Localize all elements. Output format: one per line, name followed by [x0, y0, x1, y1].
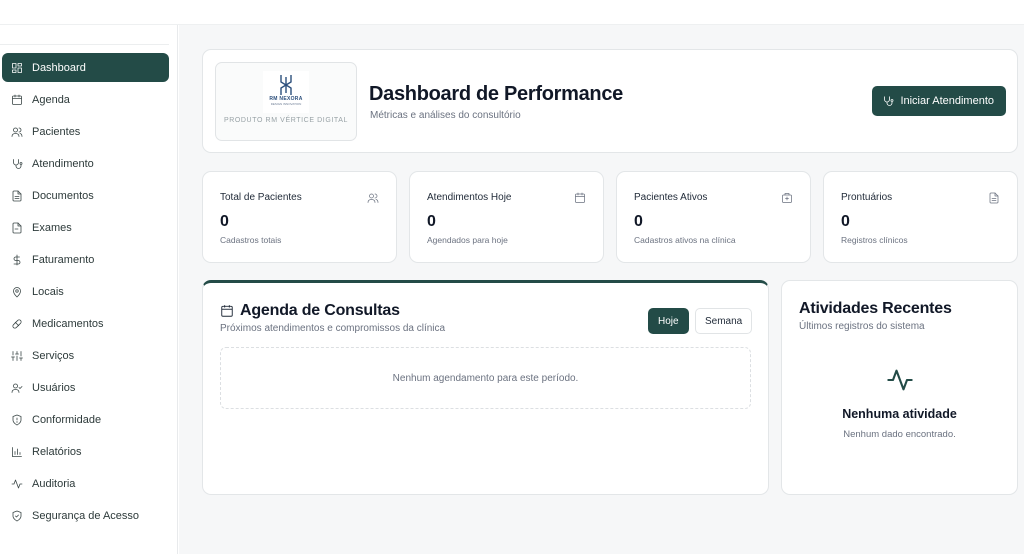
recent-activity-card: Atividades Recentes Últimos registros do… — [781, 280, 1018, 495]
sidebar-item-servicos[interactable]: Serviços — [2, 341, 169, 370]
sidebar-item-label: Pacientes — [32, 125, 81, 138]
bar-chart-icon — [11, 446, 23, 458]
product-logo-box: RM NEXORA DESIGN INNOVATION PRODUTO RM V… — [215, 62, 357, 141]
sidebar-item-documentos[interactable]: Documentos — [2, 181, 169, 210]
shield-check-icon — [11, 510, 23, 522]
dollar-icon — [11, 254, 23, 266]
main-content: RM NEXORA DESIGN INNOVATION PRODUTO RM V… — [179, 25, 1024, 554]
sidebar-item-seguranca-de-acesso[interactable]: Segurança de Acesso — [2, 501, 169, 530]
sidebar-item-label: Dashboard — [32, 61, 86, 74]
stat-sub: Agendados para hoje — [427, 235, 508, 245]
pill-icon — [11, 318, 23, 330]
sidebar-item-relatorios[interactable]: Relatórios — [2, 437, 169, 466]
top-bar — [0, 0, 1024, 25]
stethoscope-icon — [884, 96, 894, 106]
stat-sub: Cadastros totais — [220, 235, 282, 245]
agenda-subtitle: Próximos atendimentos e compromissos da … — [220, 323, 446, 334]
sidebar-item-usuarios[interactable]: Usuários — [2, 373, 169, 402]
sidebar-item-label: Exames — [32, 221, 72, 234]
sidebar-item-label: Auditoria — [32, 477, 76, 490]
activity-empty-subtitle: Nenhum dado encontrado. — [843, 429, 956, 440]
stat-label: Total de Pacientes — [220, 192, 302, 203]
sidebar-item-label: Segurança de Acesso — [32, 509, 140, 522]
sidebar-item-label: Locais — [32, 285, 64, 298]
file-text-icon — [988, 191, 1000, 204]
stat-card-total-pacientes: Total de Pacientes 0 Cadastros totais — [202, 171, 397, 263]
activity-empty-title: Nenhuma atividade — [842, 407, 957, 421]
stat-label: Pacientes Ativos — [634, 192, 708, 203]
activity-title: Atividades Recentes — [799, 300, 952, 317]
sidebar-item-label: Usuários — [32, 381, 76, 394]
stat-sub: Registros clínicos — [841, 235, 908, 245]
activity-icon — [11, 478, 23, 490]
sidebar-item-locais[interactable]: Locais — [2, 277, 169, 306]
hospital-icon — [781, 191, 793, 203]
agenda-title-row: Agenda de Consultas — [220, 302, 400, 320]
sliders-icon — [11, 350, 23, 362]
sidebar-item-label: Atendimento — [32, 157, 94, 170]
sidebar-nav: Dashboard Agenda Pacientes Atendimento D… — [0, 53, 178, 533]
stat-card-prontuarios: Prontuários 0 Registros clínicos — [823, 171, 1018, 263]
shield-icon — [11, 414, 23, 426]
sidebar: Dashboard Agenda Pacientes Atendimento D… — [0, 25, 178, 554]
sidebar-item-label: Documentos — [32, 189, 94, 202]
sidebar-item-dashboard[interactable]: Dashboard — [2, 53, 169, 82]
map-pin-icon — [11, 286, 23, 298]
sidebar-item-faturamento[interactable]: Faturamento — [2, 245, 169, 274]
agenda-card: Agenda de Consultas Próximos atendimento… — [202, 280, 769, 495]
file-text-icon — [11, 222, 23, 234]
brand-mark-icon — [280, 75, 292, 95]
users-icon — [11, 126, 23, 138]
brand-logo: RM NEXORA DESIGN INNOVATION — [263, 71, 309, 113]
sidebar-item-label: Conformidade — [32, 413, 102, 426]
sidebar-item-exames[interactable]: Exames — [2, 213, 169, 242]
stat-sub: Cadastros ativos na clínica — [634, 235, 736, 245]
stat-value: 0 — [427, 213, 436, 230]
sidebar-item-medicamentos[interactable]: Medicamentos — [2, 309, 169, 338]
stat-value: 0 — [841, 213, 850, 230]
calendar-icon — [574, 191, 586, 203]
filter-today-button[interactable]: Hoje — [648, 308, 689, 334]
stat-label: Prontuários — [841, 192, 893, 203]
calendar-icon — [221, 305, 233, 317]
users-icon — [367, 191, 379, 203]
sidebar-item-atendimento[interactable]: Atendimento — [2, 149, 169, 178]
stat-card-pacientes-ativos: Pacientes Ativos 0 Cadastros ativos na c… — [616, 171, 811, 263]
document-icon — [11, 190, 23, 202]
start-attendance-button[interactable]: Iniciar Atendimento — [872, 86, 1006, 116]
filter-week-button[interactable]: Semana — [695, 308, 753, 334]
sidebar-item-auditoria[interactable]: Auditoria — [2, 469, 169, 498]
sidebar-item-label: Relatórios — [32, 445, 82, 458]
page-subtitle: Métricas e análises do consultório — [370, 110, 521, 121]
sidebar-top-divider — [0, 25, 169, 45]
sidebar-item-pacientes[interactable]: Pacientes — [2, 117, 169, 146]
agenda-empty-state: Nenhum agendamento para este período. — [220, 347, 751, 409]
stat-value: 0 — [220, 213, 229, 230]
sidebar-item-label: Medicamentos — [32, 317, 104, 330]
dashboard-grid-icon — [11, 62, 23, 74]
sidebar-item-agenda[interactable]: Agenda — [2, 85, 169, 114]
brand-tagline: DESIGN INNOVATION — [270, 102, 302, 106]
logo-caption: PRODUTO RM VÉRTICE DIGITAL — [223, 117, 349, 124]
activity-icon — [886, 366, 914, 394]
calendar-icon — [11, 94, 23, 106]
header-card: RM NEXORA DESIGN INNOVATION PRODUTO RM V… — [202, 49, 1018, 153]
page-title: Dashboard de Performance — [369, 83, 623, 105]
sidebar-item-label: Serviços — [32, 349, 75, 362]
sidebar-item-label: Agenda — [32, 93, 70, 106]
start-attendance-label: Iniciar Atendimento — [900, 95, 994, 107]
stethoscope-icon — [11, 158, 23, 170]
activity-subtitle: Últimos registros do sistema — [799, 321, 925, 332]
stat-label: Atendimentos Hoje — [427, 192, 512, 203]
user-check-icon — [11, 382, 23, 394]
stat-card-atendimentos-hoje: Atendimentos Hoje 0 Agendados para hoje — [409, 171, 604, 263]
stat-value: 0 — [634, 213, 643, 230]
sidebar-item-conformidade[interactable]: Conformidade — [2, 405, 169, 434]
sidebar-item-label: Faturamento — [32, 253, 95, 266]
agenda-title: Agenda de Consultas — [240, 302, 400, 319]
agenda-empty-text: Nenhum agendamento para este período. — [392, 372, 579, 384]
